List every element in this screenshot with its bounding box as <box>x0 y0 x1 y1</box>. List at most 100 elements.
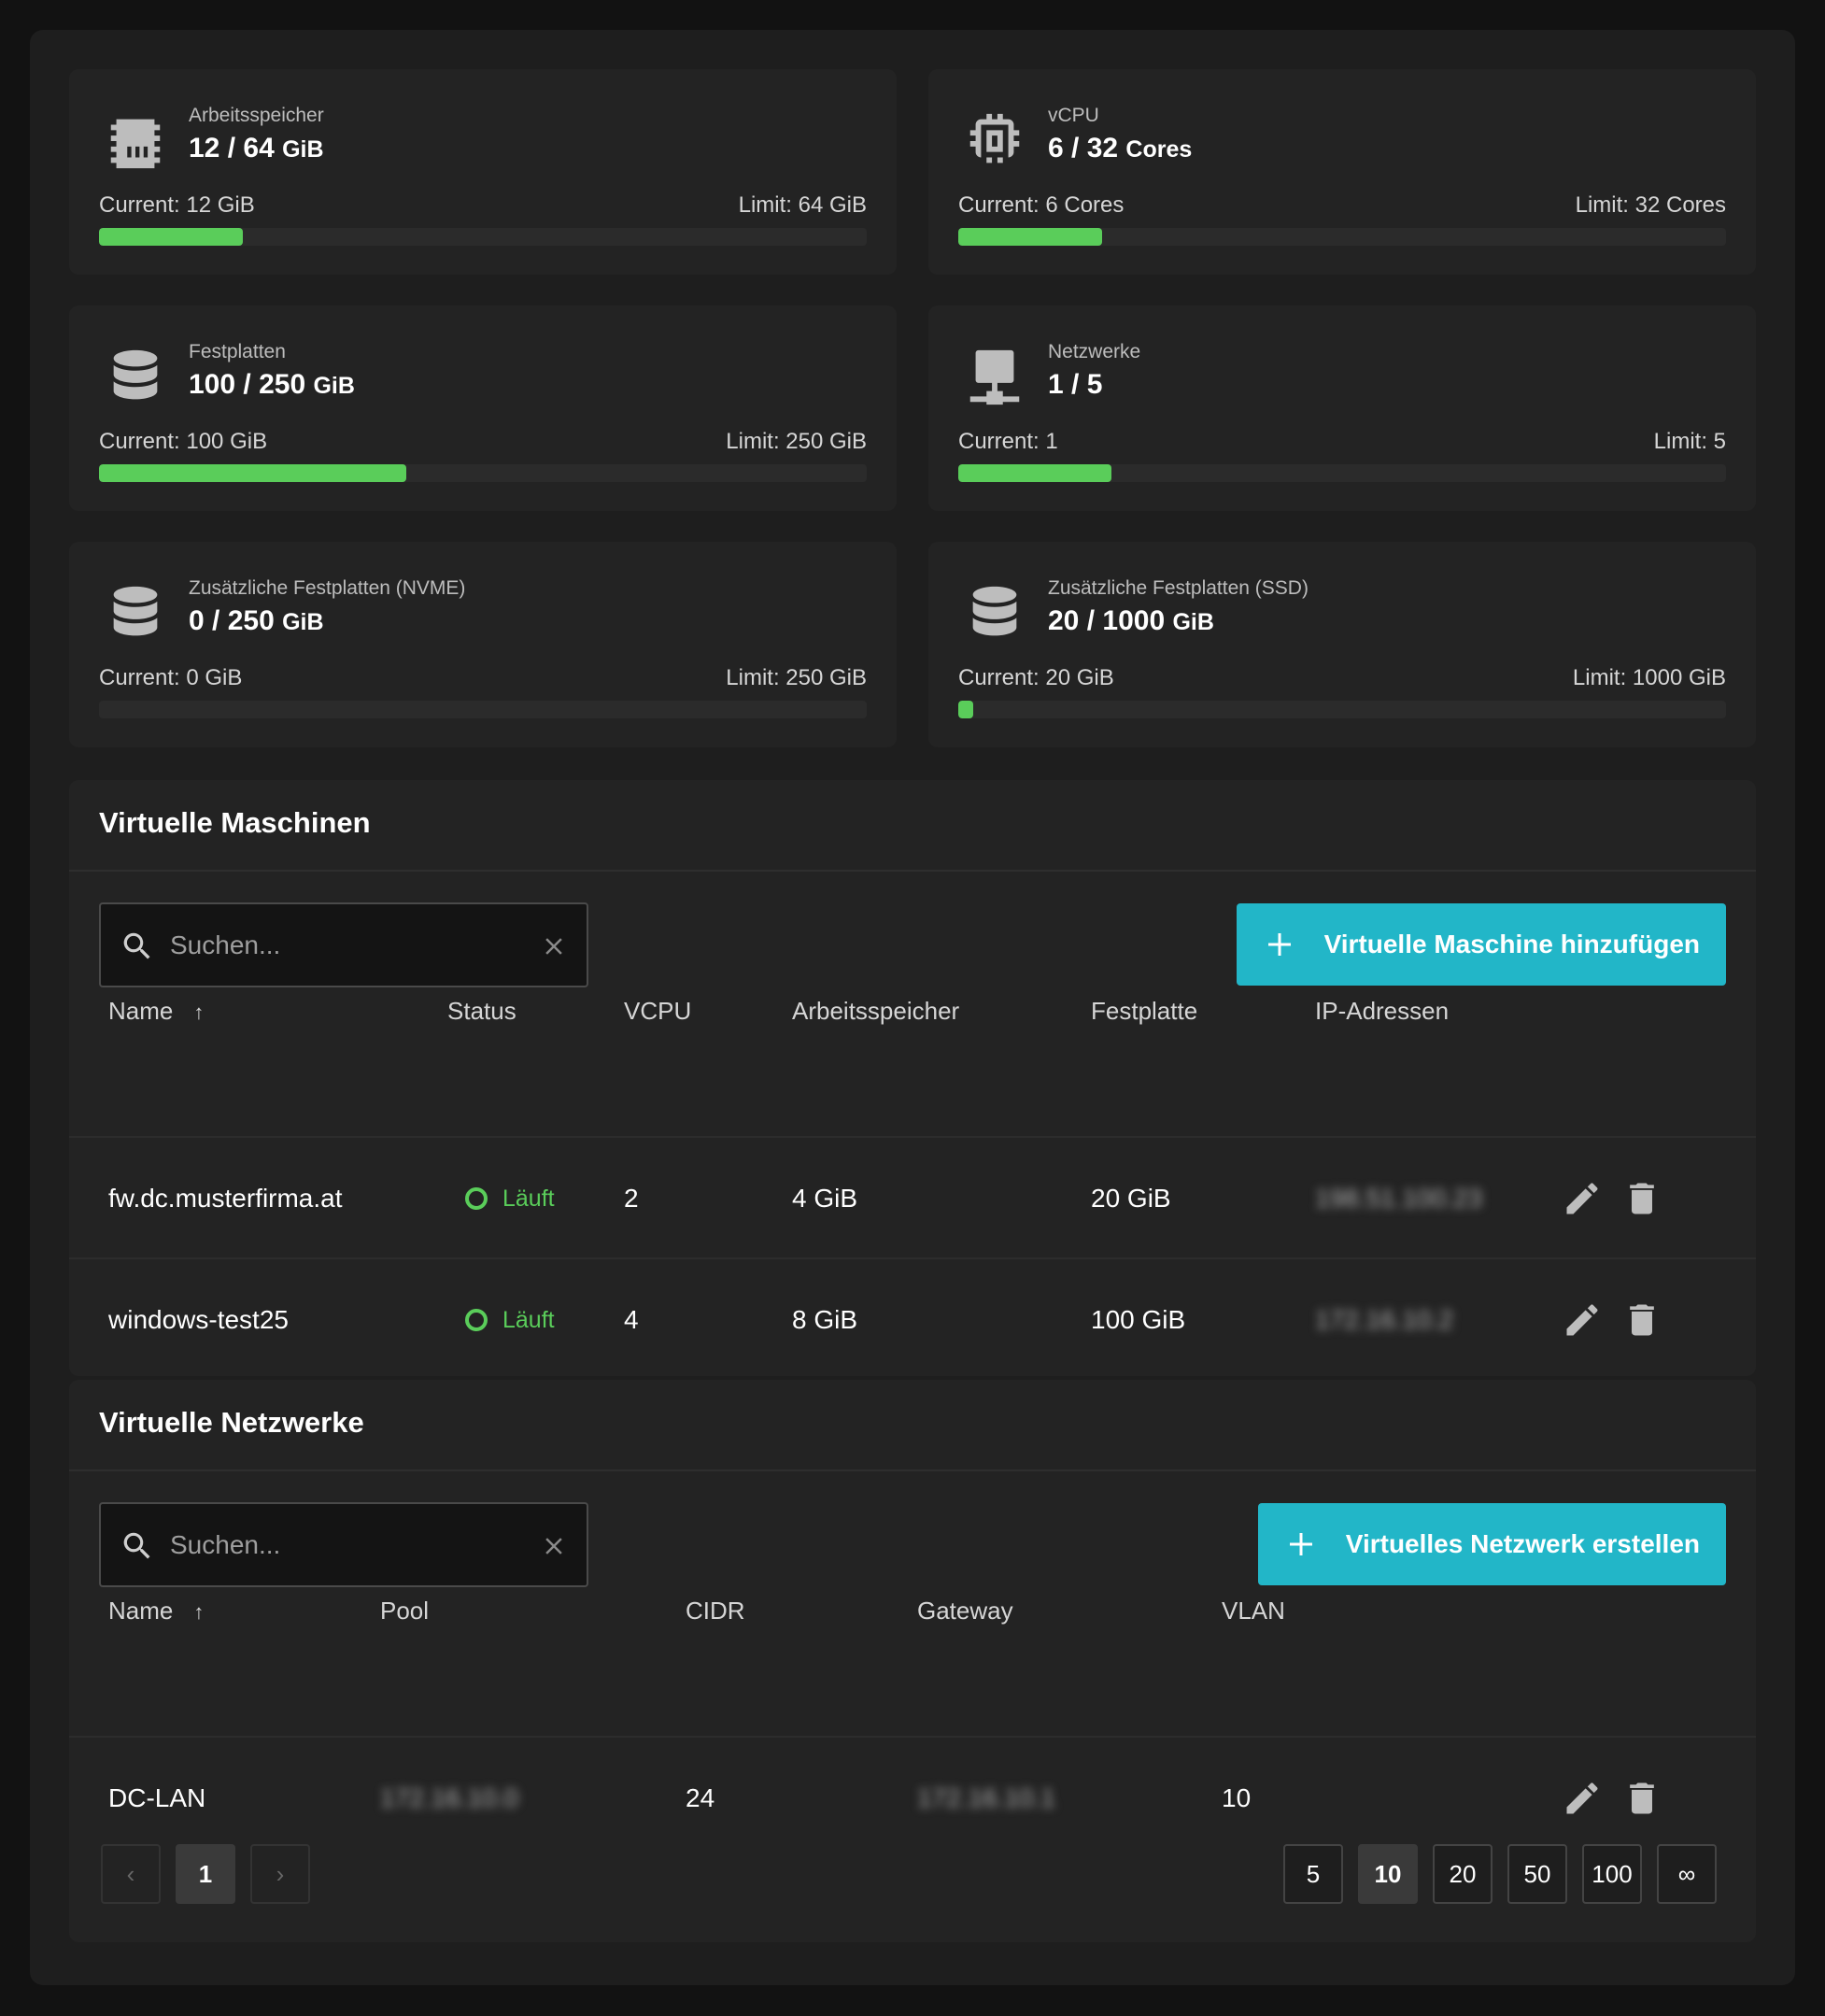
edit-icon[interactable] <box>1562 1778 1603 1819</box>
memory-card: Arbeitsspeicher 12 / 64 GiB Current: 12 … <box>69 69 897 275</box>
vm-search-box <box>99 902 588 987</box>
page-size-100[interactable]: 100 <box>1582 1844 1642 1904</box>
plus-icon <box>1263 928 1296 961</box>
page-size-50[interactable]: 50 <box>1507 1844 1567 1904</box>
page-button-1[interactable]: 1 <box>176 1844 235 1904</box>
database-icon <box>962 581 1027 646</box>
vm-ip-address: 172.16.10.2 <box>1315 1305 1453 1334</box>
usage-fill <box>958 228 1103 246</box>
trash-icon[interactable] <box>1621 1778 1662 1819</box>
usage-progress-bar <box>99 701 867 718</box>
network-search-input[interactable] <box>170 1523 506 1568</box>
network-pool: 172.16.10.0 <box>380 1783 518 1812</box>
limit-label: Limit: 250 GiB <box>726 665 867 690</box>
vm-vcpu: 4 <box>624 1305 639 1334</box>
disk-card: Festplatten 100 / 250 GiB Current: 100 G… <box>69 305 897 511</box>
network-panel: Virtuelle Netzwerke Virtuelles Netzwerk … <box>69 1380 1756 1942</box>
resource-caption: Arbeitsspeicher <box>189 105 324 126</box>
limit-label: Limit: 1000 GiB <box>1572 665 1726 690</box>
column-header-disk[interactable]: Festplatte <box>1091 997 1197 1026</box>
create-network-button[interactable]: Virtuelles Netzwerk erstellen <box>1257 1503 1726 1585</box>
limit-label: Limit: 64 GiB <box>738 192 867 218</box>
ssd-disk-card: Zusätzliche Festplatten (SSD) 20 / 1000 … <box>928 542 1756 747</box>
usage-fill <box>958 464 1112 482</box>
resource-caption: Zusätzliche Festplatten (NVME) <box>189 577 466 599</box>
network-icon <box>962 345 1027 410</box>
prev-page-button[interactable]: ‹ <box>101 1844 161 1904</box>
column-header-status[interactable]: Status <box>447 997 516 1026</box>
status-ring-icon <box>465 1187 488 1210</box>
limit-label: Limit: 5 <box>1653 429 1726 454</box>
status-badge: Läuft <box>465 1138 555 1259</box>
column-header-gateway[interactable]: Gateway <box>917 1597 1013 1626</box>
column-header-name[interactable]: Name ↑ <box>108 1597 204 1626</box>
nvme-disk-card: Zusätzliche Festplatten (NVME) 0 / 250 G… <box>69 542 897 747</box>
network-cidr: 24 <box>686 1783 715 1812</box>
database-icon <box>103 345 168 410</box>
memory-icon <box>103 108 168 174</box>
column-header-vcpu[interactable]: VCPU <box>624 997 691 1026</box>
clear-icon[interactable] <box>540 1532 568 1560</box>
divider <box>69 1469 1756 1471</box>
column-header-cidr[interactable]: CIDR <box>686 1597 745 1626</box>
table-row[interactable]: DC-LAN 172.16.10.0 24 172.16.10.1 10 <box>69 1736 1756 1857</box>
column-header-name[interactable]: Name ↑ <box>108 997 204 1026</box>
sort-arrow-icon: ↑ <box>193 1600 205 1624</box>
vm-disk: 20 GiB <box>1091 1184 1171 1213</box>
vm-memory: 8 GiB <box>792 1305 858 1334</box>
edit-icon[interactable] <box>1562 1299 1603 1341</box>
vm-name: fw.dc.musterfirma.at <box>108 1184 343 1213</box>
column-header-ip[interactable]: IP-Adressen <box>1315 997 1449 1026</box>
usage-progress-bar <box>958 464 1726 482</box>
usage-progress-bar <box>958 228 1726 246</box>
network-gateway: 172.16.10.1 <box>917 1783 1055 1812</box>
vm-ip-address: 198.51.100.23 <box>1315 1184 1483 1213</box>
network-vlan: 10 <box>1222 1783 1252 1812</box>
column-header-pool[interactable]: Pool <box>380 1597 429 1626</box>
page-size-infinite[interactable]: ∞ <box>1657 1844 1717 1904</box>
vm-disk: 100 GiB <box>1091 1305 1186 1334</box>
divider <box>69 870 1756 872</box>
trash-icon[interactable] <box>1621 1178 1662 1219</box>
column-header-memory[interactable]: Arbeitsspeicher <box>792 997 959 1026</box>
database-icon <box>103 581 168 646</box>
current-label: Current: 12 GiB <box>99 192 255 218</box>
cpu-icon <box>962 108 1027 174</box>
next-page-button[interactable]: › <box>250 1844 310 1904</box>
current-label: Current: 1 <box>958 429 1058 454</box>
resource-value: 0 / 250 GiB <box>189 605 324 636</box>
trash-icon[interactable] <box>1621 1299 1662 1341</box>
status-ring-icon <box>465 1309 488 1331</box>
vm-name: windows-test25 <box>108 1305 289 1334</box>
plus-icon <box>1284 1527 1318 1561</box>
add-vm-button[interactable]: Virtuelle Maschine hinzufügen <box>1236 903 1726 986</box>
edit-icon[interactable] <box>1562 1178 1603 1219</box>
vm-search-input[interactable] <box>170 923 506 968</box>
resource-value: 6 / 32 Cores <box>1048 133 1193 163</box>
resource-value: 100 / 250 GiB <box>189 369 355 400</box>
limit-label: Limit: 250 GiB <box>726 429 867 454</box>
resource-value: 1 / 5 <box>1048 369 1103 400</box>
table-row[interactable]: fw.dc.musterfirma.at Läuft 2 4 GiB 20 Gi… <box>69 1136 1756 1257</box>
column-header-vlan[interactable]: VLAN <box>1222 1597 1285 1626</box>
clear-icon[interactable] <box>540 932 568 960</box>
page-size-5[interactable]: 5 <box>1283 1844 1343 1904</box>
panel-title: Virtuelle Netzwerke <box>99 1406 364 1439</box>
current-label: Current: 20 GiB <box>958 665 1114 690</box>
current-label: Current: 100 GiB <box>99 429 268 454</box>
usage-progress-bar <box>99 228 867 246</box>
limit-label: Limit: 32 Cores <box>1575 192 1726 218</box>
usage-fill <box>958 701 974 718</box>
panel-title: Virtuelle Maschinen <box>99 806 371 839</box>
page-size-20[interactable]: 20 <box>1433 1844 1493 1904</box>
table-row[interactable]: windows-test25 Läuft 4 8 GiB 100 GiB 172… <box>69 1257 1756 1379</box>
current-label: Current: 0 GiB <box>99 665 243 690</box>
usage-fill <box>99 464 406 482</box>
vm-panel: Virtuelle Maschinen Virtuelle Maschine h… <box>69 780 1756 1376</box>
network-name: DC-LAN <box>108 1783 206 1812</box>
sort-arrow-icon: ↑ <box>193 1001 205 1024</box>
page-size-10[interactable]: 10 <box>1358 1844 1418 1904</box>
vcpu-card: vCPU 6 / 32 Cores Current: 6 Cores Limit… <box>928 69 1756 275</box>
resource-caption: Netzwerke <box>1048 341 1141 362</box>
app-container: Arbeitsspeicher 12 / 64 GiB Current: 12 … <box>30 30 1795 1985</box>
